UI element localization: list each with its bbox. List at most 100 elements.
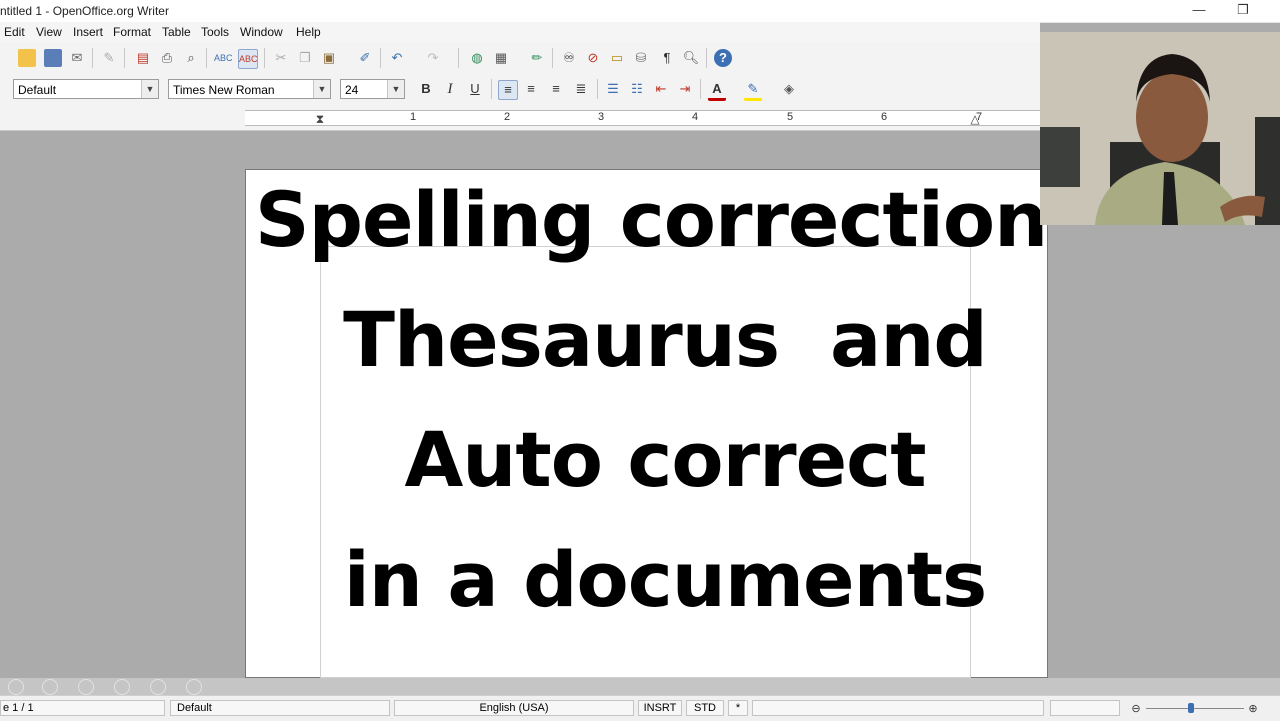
gallery-icon[interactable]: ▭ xyxy=(608,49,626,67)
player-control-icon[interactable] xyxy=(150,679,166,695)
hyperlink-icon[interactable]: ◍ xyxy=(468,49,486,67)
menu-tools[interactable]: Tools xyxy=(201,25,229,39)
save-icon[interactable] xyxy=(44,49,62,67)
data-sources-icon[interactable]: ⛁ xyxy=(632,49,650,67)
font-name-combo[interactable]: Times New Roman ▼ xyxy=(168,79,331,99)
help-icon[interactable]: ? xyxy=(714,49,732,67)
separator xyxy=(700,79,701,99)
document-text[interactable]: Spelling correction, Thesaurus and Auto … xyxy=(240,160,1090,640)
separator xyxy=(380,48,381,68)
paste-icon[interactable]: ▣ xyxy=(320,49,338,67)
clone-formatting-icon[interactable]: ✐ xyxy=(356,49,374,67)
zoom-icon[interactable]: 🔍︎ xyxy=(682,49,700,67)
paragraph-style-combo[interactable]: Default ▼ xyxy=(13,79,159,99)
menu-view[interactable]: View xyxy=(36,25,62,39)
open-icon[interactable] xyxy=(18,49,36,67)
email-icon[interactable]: ✉ xyxy=(68,49,86,67)
separator xyxy=(597,79,598,99)
zoom-in-icon[interactable]: ⊕ xyxy=(1244,700,1262,718)
ruler-strip xyxy=(245,110,1040,126)
horizontal-ruler[interactable]: 1 2 3 4 5 6 7 ⧗ △ xyxy=(0,104,1040,131)
status-bar: e 1 / 1 Default English (USA) INSRT STD … xyxy=(0,695,1280,721)
formatting-toolbar: Default ▼ Times New Roman ▼ 24 ▼ B I U ≡… xyxy=(0,74,1040,105)
numbering-icon[interactable]: ☰ xyxy=(604,80,622,98)
player-control-icon[interactable] xyxy=(42,679,58,695)
redo-icon[interactable]: ↷ xyxy=(424,49,442,67)
italic-button[interactable]: I xyxy=(441,80,459,98)
menu-bar: Edit View Insert Format Table Tools Wind… xyxy=(0,22,1040,42)
page-style[interactable]: Default xyxy=(170,700,390,716)
autospellcheck-icon[interactable]: ABC xyxy=(238,49,258,69)
ruler-number: 2 xyxy=(504,111,511,123)
print-preview-icon[interactable]: ⌕ xyxy=(182,49,200,67)
menu-window[interactable]: Window xyxy=(240,25,283,39)
highlighting-icon[interactable]: ✎ xyxy=(744,80,762,101)
navigator-icon[interactable]: ⊘ xyxy=(584,49,602,67)
player-control-icon[interactable] xyxy=(114,679,130,695)
cut-icon[interactable]: ✂ xyxy=(272,49,290,67)
menu-format[interactable]: Format xyxy=(113,25,151,39)
document-line: Spelling correction, xyxy=(254,175,1076,264)
presenter-image xyxy=(1040,32,1280,225)
zoom-out-icon[interactable]: ⊖ xyxy=(1127,700,1145,718)
separator xyxy=(206,48,207,68)
title-bar: ntitled 1 - OpenOffice.org Writer — ❐ xyxy=(0,0,1280,23)
document-line: Auto correct xyxy=(404,415,926,504)
webcam-overlay xyxy=(1040,32,1280,225)
menu-help[interactable]: Help xyxy=(296,25,321,39)
background-color-icon[interactable]: ◈ xyxy=(780,80,798,98)
zoom-slider[interactable] xyxy=(1146,708,1244,709)
show-draw-functions-icon[interactable]: ✏ xyxy=(528,49,546,67)
separator xyxy=(264,48,265,68)
align-right-icon[interactable]: ≡ xyxy=(547,80,565,98)
table-icon[interactable]: ▦ xyxy=(492,49,510,67)
bullets-icon[interactable]: ☷ xyxy=(628,80,646,98)
print-icon[interactable]: ⎙ xyxy=(158,49,176,67)
menu-insert[interactable]: Insert xyxy=(73,25,103,39)
menu-table[interactable]: Table xyxy=(162,25,191,39)
increase-indent-icon[interactable]: ⇥ xyxy=(676,80,694,98)
selection-mode[interactable]: STD xyxy=(686,700,724,716)
zoom-slider-thumb[interactable] xyxy=(1188,703,1194,713)
separator xyxy=(458,48,459,68)
document-line: in a documents xyxy=(343,535,988,624)
align-left-icon[interactable]: ≡ xyxy=(498,80,518,100)
undo-icon[interactable]: ↶ xyxy=(388,49,406,67)
ruler-number: 6 xyxy=(881,111,888,123)
restore-button[interactable]: ❐ xyxy=(1220,0,1266,22)
player-control-icon[interactable] xyxy=(78,679,94,695)
view-layout[interactable] xyxy=(1050,700,1120,716)
language-status[interactable]: English (USA) xyxy=(394,700,634,716)
insert-mode[interactable]: INSRT xyxy=(638,700,682,716)
separator xyxy=(92,48,93,68)
font-name-value: Times New Roman xyxy=(173,83,275,97)
separator xyxy=(124,48,125,68)
justify-icon[interactable]: ≣ xyxy=(572,80,590,98)
spellcheck-icon[interactable]: ABC xyxy=(214,49,233,67)
page-number: e 1 / 1 xyxy=(0,700,165,716)
menu-edit[interactable]: Edit xyxy=(4,25,25,39)
font-size-combo[interactable]: 24 ▼ xyxy=(340,79,405,99)
player-control-icon[interactable] xyxy=(186,679,202,695)
chevron-down-icon[interactable]: ▼ xyxy=(313,80,330,98)
find-replace-icon[interactable]: ♾ xyxy=(560,49,578,67)
underline-button[interactable]: U xyxy=(466,80,484,98)
font-size-value: 24 xyxy=(345,83,359,97)
decrease-indent-icon[interactable]: ⇤ xyxy=(652,80,670,98)
chevron-down-icon[interactable]: ▼ xyxy=(387,80,404,98)
document-line: Thesaurus and xyxy=(343,295,988,384)
bold-button[interactable]: B xyxy=(417,80,435,98)
edit-file-icon[interactable]: ✎ xyxy=(100,49,118,67)
player-control-icon[interactable] xyxy=(8,679,24,695)
font-color-icon[interactable]: A xyxy=(708,80,726,101)
align-center-icon[interactable]: ≡ xyxy=(522,80,540,98)
export-pdf-icon[interactable]: ▤ xyxy=(134,49,152,67)
chevron-down-icon[interactable]: ▼ xyxy=(141,80,158,98)
minimize-button[interactable]: — xyxy=(1176,0,1222,22)
copy-icon[interactable]: ❐ xyxy=(296,49,314,67)
right-indent-marker-icon[interactable]: △ xyxy=(966,110,984,128)
separator xyxy=(706,48,707,68)
document-modified: * xyxy=(728,700,748,716)
formatting-marks-icon[interactable]: ¶ xyxy=(658,49,676,67)
left-indent-marker-icon[interactable]: ⧗ xyxy=(311,110,329,128)
